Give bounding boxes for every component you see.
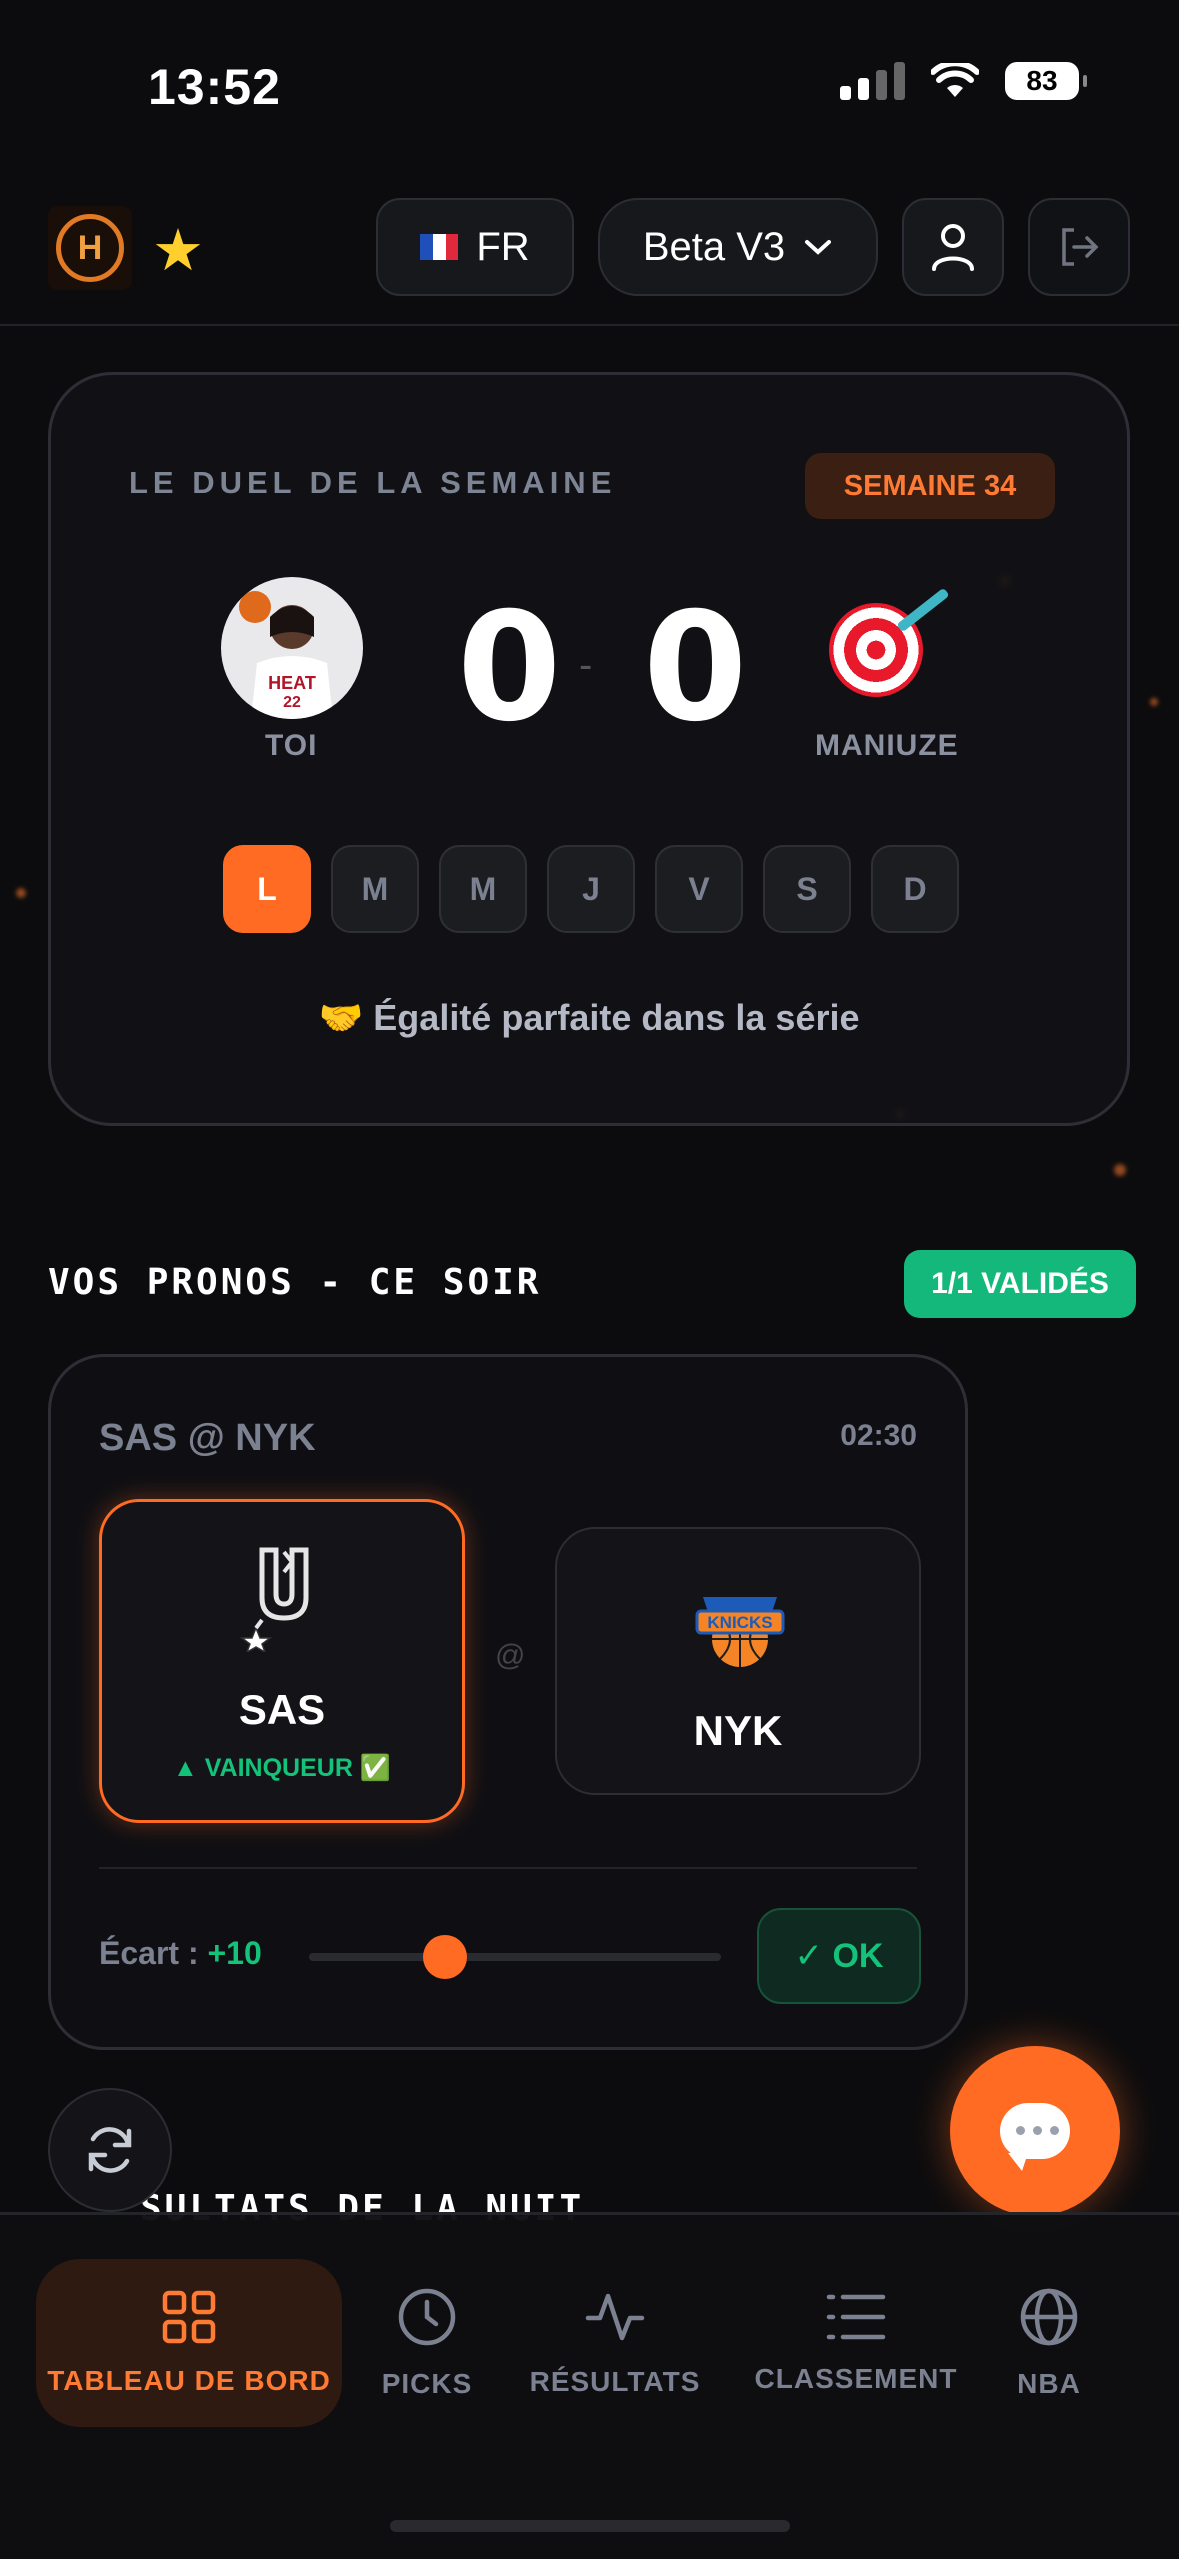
svg-text:KNICKS: KNICKS — [707, 1613, 772, 1632]
version-selector[interactable]: Beta V3 — [598, 198, 878, 296]
nav-label-ranking: CLASSEMENT — [754, 2363, 958, 2394]
winner-label: ▲ VAINQUEUR ✅ — [173, 1754, 391, 1782]
week-badge: SEMAINE 34 — [805, 453, 1055, 519]
player-avatar[interactable]: HEAT 22 — [221, 577, 363, 719]
score-left: 0 — [457, 581, 562, 755]
knicks-logo-icon: KNICKS — [695, 1597, 785, 1667]
nav-item-dashboard[interactable]: TABLEAU DE BORD — [36, 2259, 342, 2427]
chat-bubble-icon — [1000, 2103, 1070, 2171]
chat-button[interactable] — [950, 2046, 1120, 2216]
refresh-button[interactable] — [48, 2088, 172, 2212]
clock-icon — [398, 2288, 456, 2346]
team-option-nyk[interactable]: KNICKS NYK — [555, 1527, 921, 1795]
validated-badge: 1/1 VALIDÉS — [904, 1250, 1136, 1318]
list-icon — [826, 2294, 886, 2340]
team-option-sas[interactable]: SAS ▲ VAINQUEUR ✅ — [99, 1499, 465, 1823]
nav-item-nba[interactable]: NBA — [1004, 2259, 1094, 2427]
cellular-signal-icon — [840, 62, 905, 100]
spread-slider[interactable] — [309, 1935, 721, 1979]
chevron-down-icon — [805, 240, 832, 255]
player-left-name: TOI — [265, 729, 318, 762]
weekly-duel-card: LE DUEL DE LA SEMAINE SEMAINE 34 HEAT 22… — [48, 372, 1130, 1126]
team-code-nyk: NYK — [693, 1707, 783, 1754]
grid-icon — [162, 2290, 216, 2344]
star-icon[interactable]: ★ — [152, 216, 204, 284]
wifi-icon — [931, 63, 979, 97]
team-code-sas: SAS — [238, 1686, 326, 1733]
match-card-divider — [99, 1867, 917, 1869]
dart-icon — [896, 587, 950, 633]
match-title: SAS @ NYK — [99, 1417, 316, 1459]
profile-button[interactable] — [902, 198, 1004, 296]
nav-label-results: RÉSULTATS — [529, 2366, 701, 2397]
day-wednesday[interactable]: M — [439, 845, 527, 933]
duel-status-message: 🤝 Égalité parfaite dans la série — [318, 997, 860, 1038]
day-tuesday[interactable]: M — [331, 845, 419, 933]
match-time: 02:30 — [840, 1419, 917, 1452]
version-label: Beta V3 — [642, 224, 786, 269]
day-monday[interactable]: L — [223, 845, 311, 933]
user-icon — [932, 224, 974, 271]
match-card: SAS @ NYK 02:30 SAS ▲ VAINQUEUR ✅ @ KNIC… — [48, 1354, 968, 2050]
svg-text:HEAT: HEAT — [268, 673, 316, 693]
day-saturday[interactable]: S — [763, 845, 851, 933]
france-flag-icon — [420, 234, 459, 260]
language-selector[interactable]: FR — [376, 198, 574, 296]
refresh-icon — [88, 2127, 132, 2173]
match-at-separator: @ — [495, 1639, 526, 1672]
activity-icon — [585, 2293, 645, 2341]
logout-button[interactable] — [1028, 198, 1130, 296]
svg-text:22: 22 — [283, 694, 301, 711]
language-label: FR — [476, 224, 530, 269]
spread-label: Écart : +10 — [99, 1935, 262, 1972]
score-right: 0 — [643, 581, 748, 755]
spread-slider-thumb[interactable] — [422, 1935, 467, 1979]
status-icons: 83 — [840, 62, 1087, 100]
spurs-logo-icon — [239, 1547, 309, 1652]
duel-title: LE DUEL DE LA SEMAINE — [129, 465, 617, 500]
day-thursday[interactable]: J — [547, 845, 635, 933]
nav-item-ranking[interactable]: CLASSEMENT — [748, 2259, 964, 2427]
home-indicator — [390, 2520, 790, 2532]
nav-item-picks[interactable]: PICKS — [364, 2259, 490, 2427]
header-divider — [0, 324, 1179, 326]
globe-icon — [1020, 2288, 1078, 2346]
bottom-navigation: TABLEAU DE BORD PICKS RÉSULTATS CLASSEME… — [0, 2212, 1179, 2559]
nav-label-picks: PICKS — [381, 2368, 473, 2399]
player-right-name: MANIUZE — [815, 729, 959, 762]
confirm-pick-button[interactable]: ✓ OK — [757, 1908, 921, 2004]
score-separator: - — [579, 643, 593, 687]
status-time: 13:52 — [148, 59, 281, 115]
spread-value: +10 — [207, 1935, 262, 1971]
day-friday[interactable]: V — [655, 845, 743, 933]
spread-label-text: Écart : — [99, 1935, 199, 1971]
nav-item-results[interactable]: RÉSULTATS — [520, 2259, 710, 2427]
battery-indicator: 83 — [1005, 62, 1087, 100]
logout-icon — [1062, 228, 1099, 266]
nav-label-dashboard: TABLEAU DE BORD — [47, 2365, 331, 2396]
day-sunday[interactable]: D — [871, 845, 959, 933]
app-logo[interactable]: H — [48, 206, 132, 290]
nav-label-nba: NBA — [1017, 2368, 1081, 2399]
picks-section-title: VOS PRONOS - CE SOIR — [48, 1262, 542, 1303]
